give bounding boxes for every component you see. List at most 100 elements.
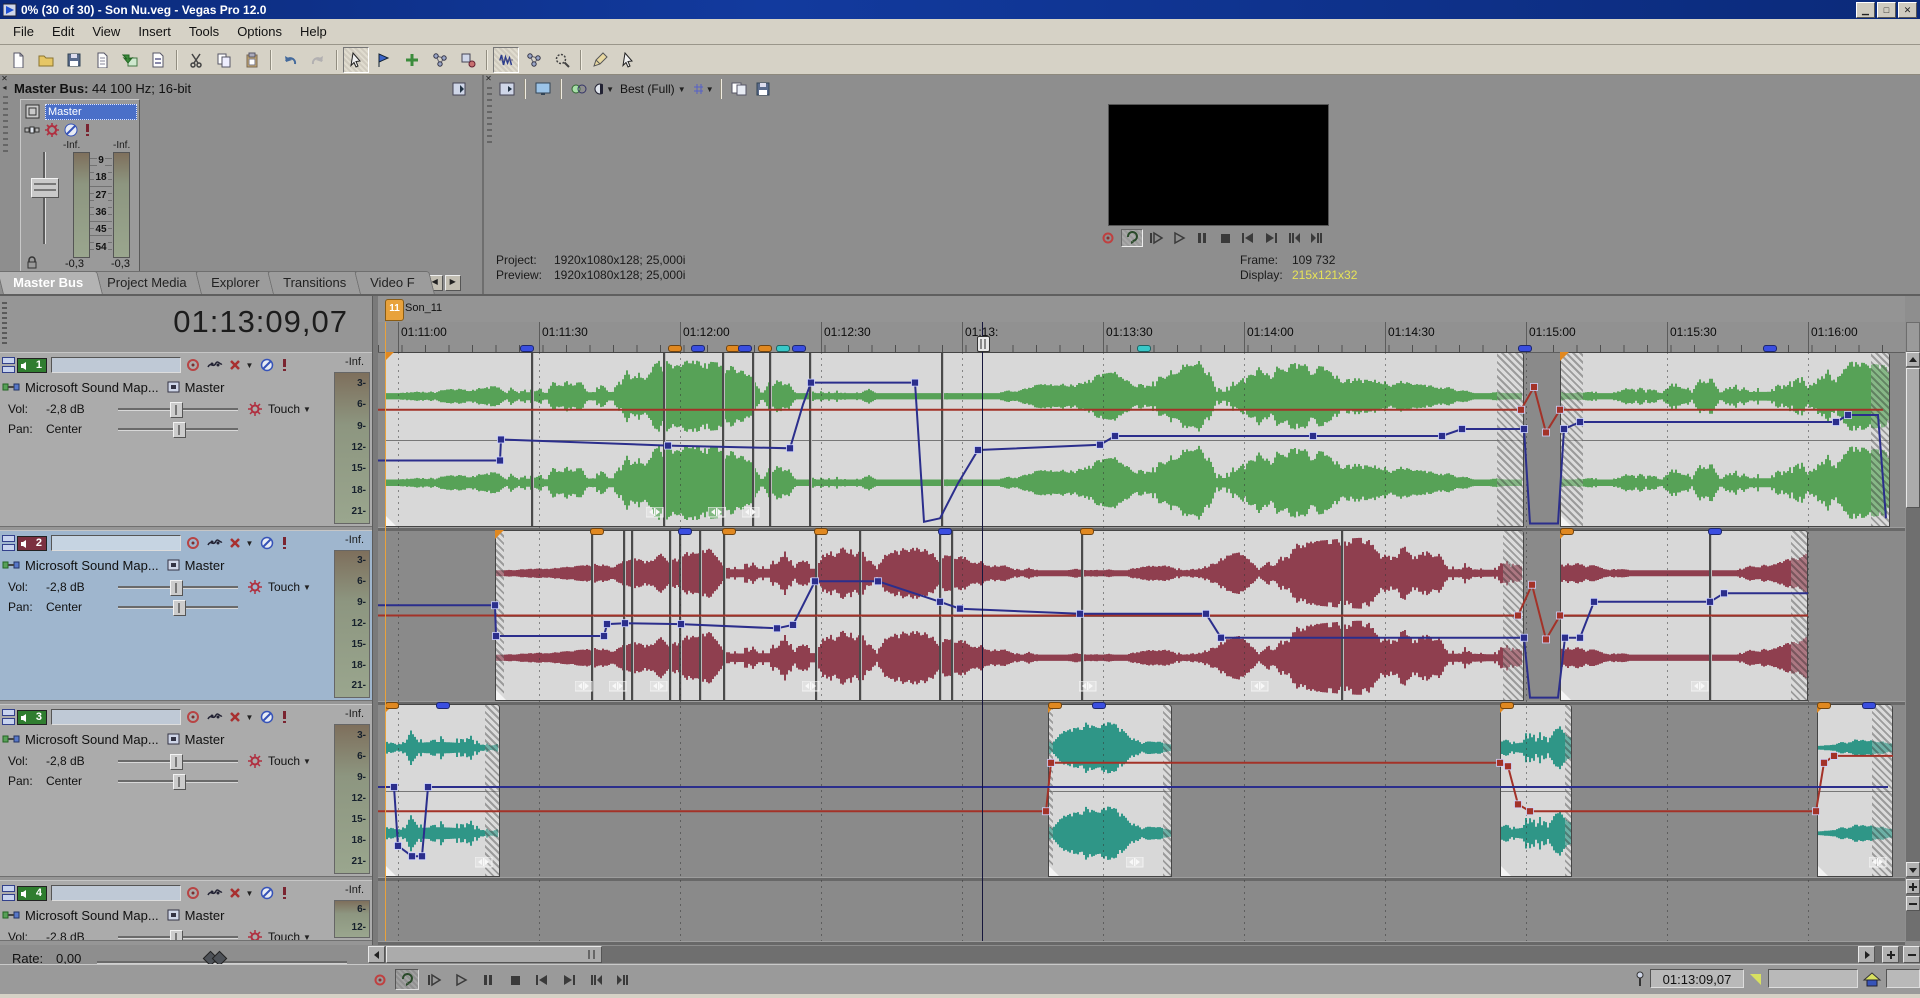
drag-handle[interactable] (487, 87, 492, 147)
track-header-1[interactable]: 1▼-Inf.3-6-9-12-15-18-21-Microsoft Sound… (0, 352, 372, 527)
menu-view[interactable]: View (83, 21, 129, 42)
track-minimize-icon[interactable] (2, 357, 15, 373)
event-start-marker[interactable] (678, 528, 692, 535)
pen-tool-button[interactable] (587, 47, 613, 73)
save-project-button[interactable] (61, 47, 87, 73)
scroll-right-icon[interactable] (1858, 946, 1875, 963)
go-to-start-button[interactable] (530, 969, 554, 990)
slider-handle[interactable] (170, 402, 183, 418)
group-events-button[interactable] (427, 47, 453, 73)
slider-handle[interactable] (170, 930, 183, 941)
solo-button[interactable] (257, 535, 277, 551)
mute-button[interactable]: ▼ (227, 885, 255, 901)
event-start-marker[interactable] (1708, 528, 1722, 535)
track-bus-name[interactable]: Master (185, 908, 225, 923)
drag-handle[interactable] (3, 96, 8, 156)
event-start-marker[interactable] (1862, 702, 1876, 709)
external-monitor-icon[interactable] (532, 79, 554, 99)
scrollbar-thumb[interactable] (1906, 368, 1920, 508)
ruler-marker[interactable] (668, 345, 682, 352)
project-properties-button[interactable] (89, 47, 115, 73)
ruler-marker[interactable] (1137, 345, 1151, 352)
status-timecode[interactable]: 01:13:09,07 (1650, 969, 1744, 988)
pan-slider[interactable] (118, 773, 238, 789)
bus-name-input[interactable]: Master (45, 104, 137, 120)
home-icon[interactable] (1862, 971, 1882, 987)
track-header-4[interactable]: 4▼-Inf.6-12-Microsoft Sound Map...Master… (0, 880, 372, 941)
zoom-edit-tool-button[interactable] (549, 47, 575, 73)
event-start-marker[interactable] (1048, 702, 1062, 709)
event-start-marker[interactable] (938, 528, 952, 535)
previous-frame-button[interactable] (1284, 230, 1304, 246)
ruler-marker[interactable] (1518, 345, 1532, 352)
selection-end-field[interactable] (1886, 969, 1920, 988)
scroll-down-icon[interactable] (1906, 862, 1920, 877)
automation-mode[interactable]: Touch (268, 402, 300, 416)
selection-edit-tool-button[interactable] (399, 47, 425, 73)
solo-icon[interactable] (83, 123, 91, 137)
menu-file[interactable]: File (4, 21, 43, 42)
selection-start-field[interactable] (1768, 969, 1858, 988)
event-start-marker[interactable] (722, 528, 736, 535)
scroll-left-icon[interactable] (368, 946, 385, 963)
tab-master-bus[interactable]: Master Bus (0, 271, 103, 294)
zoom-out-time-icon[interactable] (1903, 946, 1920, 963)
volume-value[interactable]: -2,8 dB (46, 580, 110, 594)
track-envelope-button[interactable] (205, 535, 225, 551)
menu-help[interactable]: Help (291, 21, 336, 42)
track-name-input[interactable] (51, 709, 181, 725)
slider-handle[interactable] (173, 774, 186, 790)
cut-button[interactable] (183, 47, 209, 73)
phase-invert-button[interactable] (279, 885, 289, 901)
pan-value[interactable]: Center (46, 600, 110, 614)
automation-mode[interactable]: Touch (268, 580, 300, 594)
menu-options[interactable]: Options (228, 21, 291, 42)
event-start-marker[interactable] (385, 702, 399, 709)
arm-record-button[interactable] (183, 709, 203, 725)
event-start-marker[interactable] (436, 702, 450, 709)
pan-value[interactable]: Center (46, 422, 110, 436)
tab-scroll-right-icon[interactable]: ▶ (445, 275, 461, 291)
automation-gear-icon[interactable] (248, 402, 262, 416)
ruler-marker[interactable] (792, 345, 806, 352)
track-name-input[interactable] (51, 535, 181, 551)
track-header-3[interactable]: 3▼-Inf.3-6-9-12-15-18-21-Microsoft Sound… (0, 704, 372, 877)
ruler-marker[interactable] (691, 345, 705, 352)
loop-playback-button[interactable] (1121, 229, 1143, 247)
automation-mode[interactable]: Touch (268, 930, 300, 941)
video-output-fx-icon[interactable] (568, 79, 590, 99)
track-minimize-icon[interactable] (2, 535, 15, 551)
insert-fx-icon[interactable] (24, 124, 40, 136)
record-button[interactable] (1098, 230, 1118, 246)
auto-ripple-button[interactable] (521, 47, 547, 73)
tab-explorer[interactable]: Explorer (195, 271, 279, 294)
previous-frame-button[interactable] (584, 969, 608, 990)
volume-value[interactable]: -2.8 dB (46, 930, 110, 941)
event-start-marker[interactable] (1500, 702, 1514, 709)
marker-bar[interactable]: 11 Son_11 (378, 296, 1905, 323)
preview-grip[interactable]: ✕ (484, 75, 495, 294)
event-start-marker[interactable] (1092, 702, 1106, 709)
menu-edit[interactable]: Edit (43, 21, 83, 42)
menu-tools[interactable]: Tools (180, 21, 228, 42)
play-from-start-button[interactable] (1146, 230, 1166, 246)
pan-value[interactable]: Center (46, 774, 110, 788)
envelope-line[interactable] (378, 352, 1905, 527)
ruler-marker[interactable] (1763, 345, 1777, 352)
record-button[interactable] (368, 969, 392, 990)
mute-button[interactable]: ▼ (227, 535, 255, 551)
tab-video-f[interactable]: Video F (354, 271, 434, 294)
ruler-marker[interactable] (776, 345, 790, 352)
zoom-out-track-icon[interactable] (1906, 896, 1920, 911)
arm-record-button[interactable] (183, 885, 203, 901)
track-device-name[interactable]: Microsoft Sound Map... (25, 732, 159, 747)
tab-project-media[interactable]: Project Media (91, 271, 206, 294)
slider-handle[interactable] (173, 422, 186, 438)
stop-button[interactable] (1215, 230, 1235, 246)
event-start-marker[interactable] (1560, 528, 1574, 535)
pan-slider[interactable] (118, 599, 238, 615)
phase-invert-button[interactable] (279, 535, 289, 551)
automation-mode[interactable]: Touch (268, 754, 300, 768)
undo-button[interactable] (277, 47, 303, 73)
import-media-button[interactable] (117, 47, 143, 73)
